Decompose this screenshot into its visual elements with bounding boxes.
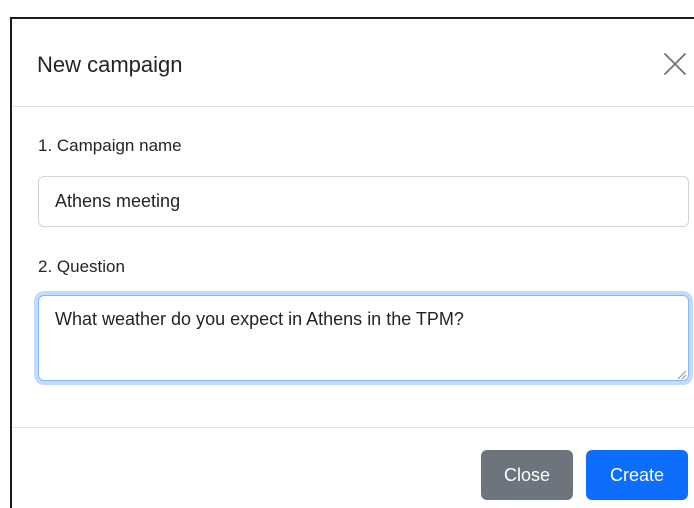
new-campaign-modal: New campaign 1. Campaign name 2. Questio…: [12, 19, 694, 508]
screenshot-frame: New campaign 1. Campaign name 2. Questio…: [0, 0, 694, 508]
campaign-name-label: 1. Campaign name: [38, 136, 182, 155]
question-label: 2. Question: [38, 257, 125, 276]
modal-header: New campaign: [12, 19, 694, 107]
footer-divider: [12, 427, 694, 428]
campaign-name-input[interactable]: [38, 176, 689, 227]
close-icon[interactable]: [662, 51, 688, 77]
question-textarea[interactable]: What weather do you expect in Athens in …: [38, 295, 689, 381]
close-button[interactable]: Close: [481, 450, 573, 500]
create-button[interactable]: Create: [586, 450, 688, 500]
resize-grip-icon[interactable]: [676, 367, 687, 380]
modal-title: New campaign: [37, 52, 183, 77]
